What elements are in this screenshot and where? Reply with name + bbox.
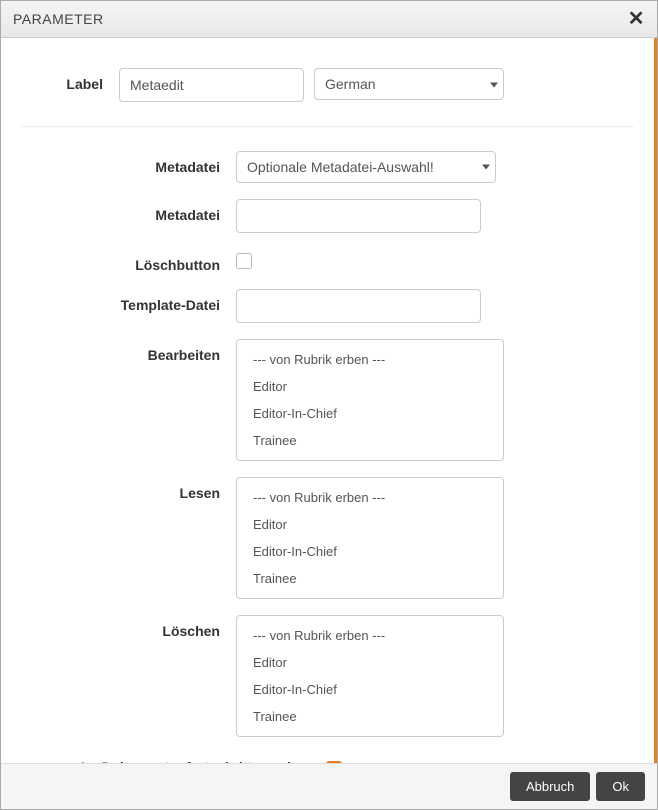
label-bearbeiten: Bearbeiten [21,339,236,363]
list-item[interactable]: Editor-In-Chief [237,400,503,427]
ok-button[interactable]: Ok [596,772,645,801]
list-item[interactable]: Editor-In-Chief [237,538,503,565]
close-icon[interactable]: ✕ [628,9,645,29]
list-item[interactable]: --- von Rubrik erben --- [237,484,503,511]
list-item[interactable]: Editor [237,511,503,538]
label-metadatei-text: Metadatei [21,199,236,223]
row-label: Label German [21,68,634,127]
list-item[interactable]: Editor-In-Chief [237,676,503,703]
metadatei-input[interactable] [236,199,481,233]
metadatei-select[interactable]: Optionale Metadatei-Auswahl! [236,151,496,183]
list-item[interactable]: Editor [237,649,503,676]
doc-progress-checkbox[interactable] [326,761,342,763]
bearbeiten-listbox[interactable]: --- von Rubrik erben --- Editor Editor-I… [236,339,504,461]
row-metadatei-select: Metadatei Optionale Metadatei-Auswahl! [21,151,634,183]
dialog-title: PARAMETER [13,11,104,27]
label-template-datei: Template-Datei [21,289,236,313]
parameter-dialog: PARAMETER ✕ Label German Metadatei O [0,0,658,810]
label-label: Label [21,68,119,92]
list-item[interactable]: Trainee [237,703,503,730]
row-metadatei-text: Metadatei [21,199,634,233]
row-lesen: Lesen --- von Rubrik erben --- Editor Ed… [21,477,634,599]
list-item[interactable]: --- von Rubrik erben --- [237,622,503,649]
list-item[interactable]: --- von Rubrik erben --- [237,346,503,373]
label-metadatei-select: Metadatei [21,151,236,175]
lesen-listbox[interactable]: --- von Rubrik erben --- Editor Editor-I… [236,477,504,599]
list-item[interactable]: Trainee [237,427,503,454]
cancel-button[interactable]: Abbruch [510,772,590,801]
language-select[interactable]: German [314,68,504,100]
row-bearbeiten: Bearbeiten --- von Rubrik erben --- Edit… [21,339,634,461]
loeschbutton-checkbox[interactable] [236,253,252,269]
list-item[interactable]: Editor [237,373,503,400]
row-template-datei: Template-Datei [21,289,634,323]
list-item[interactable]: Trainee [237,565,503,592]
row-loeschen: Löschen --- von Rubrik erben --- Editor … [21,615,634,737]
label-input[interactable] [119,68,304,102]
label-lesen: Lesen [21,477,236,501]
row-loeschbutton: Löschbutton [21,249,634,273]
dialog-footer: Abbruch Ok [1,763,657,809]
dialog-header: PARAMETER ✕ [1,1,657,38]
label-loeschen: Löschen [21,615,236,639]
label-loeschbutton: Löschbutton [21,249,236,273]
template-datei-input[interactable] [236,289,481,323]
loeschen-listbox[interactable]: --- von Rubrik erben --- Editor Editor-I… [236,615,504,737]
dialog-body: Label German Metadatei Optionale Metadat… [1,38,657,763]
